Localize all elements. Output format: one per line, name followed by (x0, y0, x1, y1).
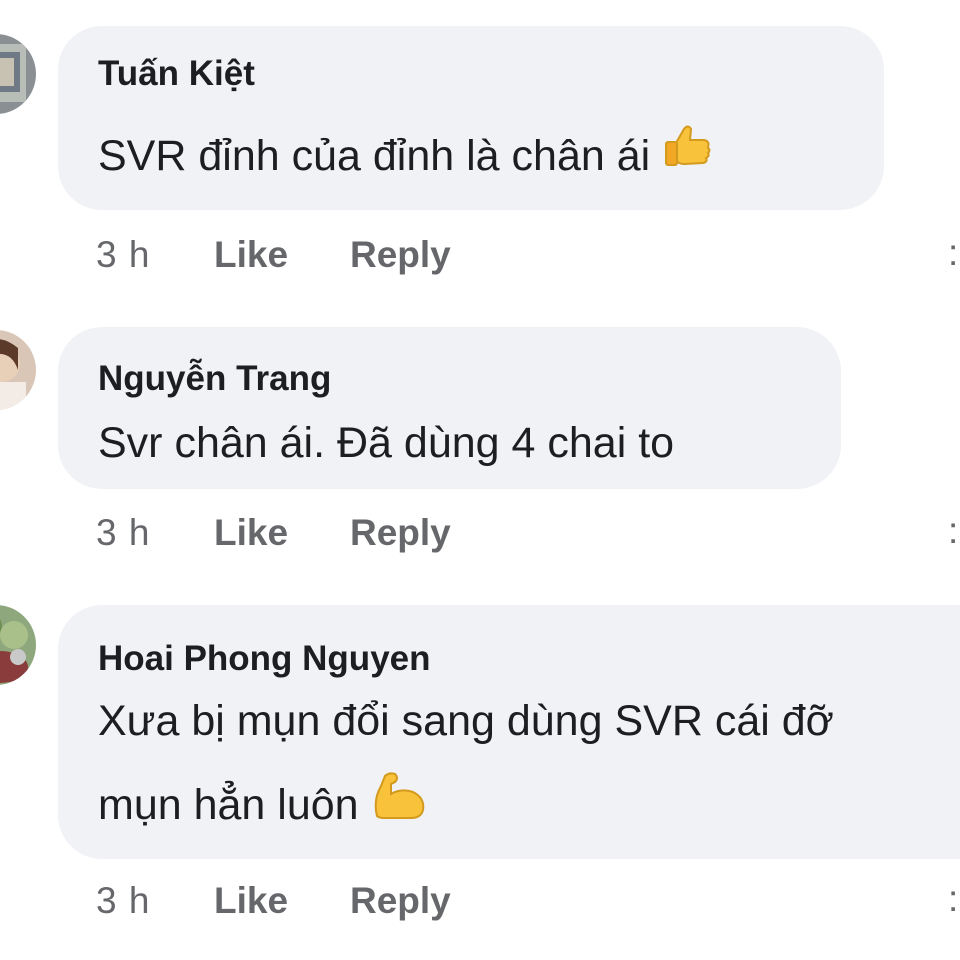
like-button[interactable]: Like (214, 234, 288, 276)
comment-text: Svr chân ái. Đã dùng 4 chai to (98, 419, 675, 467)
avatar[interactable] (0, 34, 36, 114)
comment-author[interactable]: Nguyễn Trang (98, 359, 331, 399)
thumbs-up-icon (662, 121, 714, 197)
clipped-fragment: : (948, 878, 959, 919)
comment-bubble: Nguyễn Trang Svr chân ái. Đã dùng 4 chai… (58, 327, 841, 489)
comment-bubble: Hoai Phong Nguyen Xưa bị mụn đổi sang dù… (58, 605, 960, 859)
reply-button[interactable]: Reply (350, 234, 451, 276)
comment-text-content: mụn hẳn luôn (98, 781, 359, 829)
reply-button[interactable]: Reply (350, 512, 451, 554)
avatar[interactable] (0, 330, 36, 410)
comment-text-content: SVR đỉnh của đỉnh là chân ái (98, 132, 651, 180)
comment-timestamp[interactable]: 3 h (96, 880, 150, 922)
comment-text: SVR đỉnh của đỉnh là chân ái (98, 118, 714, 197)
comment-timestamp[interactable]: 3 h (96, 512, 150, 554)
flexed-biceps-icon (371, 770, 429, 846)
like-button[interactable]: Like (214, 512, 288, 554)
comment-author[interactable]: Tuấn Kiệt (98, 54, 255, 94)
comment-text-line-1: Xưa bị mụn đổi sang dùng SVR cái đỡ (98, 697, 834, 745)
comment-bubble: Tuấn Kiệt SVR đỉnh của đỉnh là chân ái (58, 26, 884, 210)
comment-timestamp[interactable]: 3 h (96, 234, 150, 276)
clipped-fragment: : (948, 232, 959, 273)
comment-text-line-2: mụn hẳn luôn (98, 767, 429, 846)
reply-button[interactable]: Reply (350, 880, 451, 922)
clipped-fragment: : (948, 510, 959, 551)
comment-author[interactable]: Hoai Phong Nguyen (98, 639, 431, 679)
avatar[interactable] (0, 605, 36, 685)
like-button[interactable]: Like (214, 880, 288, 922)
